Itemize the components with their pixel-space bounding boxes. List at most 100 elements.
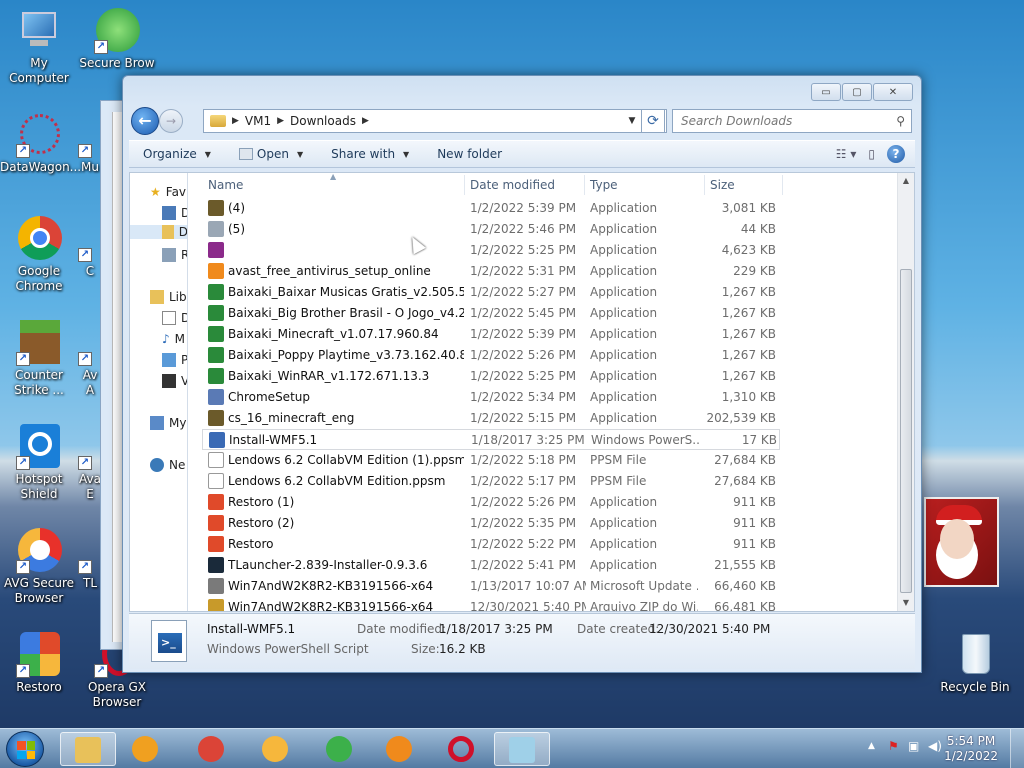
file-row[interactable]: Lendows 6.2 CollabVM Edition (1).ppsm 1/2…	[202, 450, 780, 471]
nav-recent[interactable]: R	[162, 248, 187, 262]
show-desktop-button[interactable]	[1010, 729, 1024, 768]
nav-network[interactable]: Ne	[150, 458, 185, 472]
close-button[interactable]: ✕	[873, 83, 913, 101]
column-header-name[interactable]: Name	[208, 178, 243, 192]
taskbar-app-avast-browser[interactable]	[372, 732, 428, 766]
taskbar-app-explorer[interactable]	[60, 732, 116, 766]
santa-image	[924, 497, 999, 587]
column-header-type[interactable]: Type	[590, 178, 618, 192]
file-row[interactable]: Baixaki_Baixar Musicas Gratis_v2.505.54.…	[202, 282, 780, 303]
back-button[interactable]: ←	[131, 107, 159, 135]
explorer-window: ▭ ▢ ✕ ← → ▶ VM1 ▶ Downloads ▶ ▼ ⟳ Search…	[122, 75, 922, 673]
network-icon[interactable]: ▣	[908, 739, 919, 753]
file-row[interactable]: cs_16_minecraft_eng 1/2/2022 5:15 PM Appli…	[202, 408, 780, 429]
file-row[interactable]: Lendows 6.2 CollabVM Edition.ppsm 1/2/202…	[202, 471, 780, 492]
music-icon: ♪	[162, 332, 170, 346]
file-date: 1/2/2022 5:39 PM	[470, 327, 577, 341]
scrollbar-thumb[interactable]	[900, 269, 912, 593]
taskbar-app-notepad[interactable]	[494, 732, 550, 766]
new-folder-button[interactable]: New folder	[423, 147, 516, 161]
nav-favorites[interactable]: ★ Fav	[150, 185, 186, 199]
file-icon	[208, 452, 224, 468]
taskbar-app-chrome[interactable]	[184, 732, 240, 766]
file-date: 1/2/2022 5:31 PM	[470, 264, 577, 278]
open-button[interactable]: Open ▼	[225, 147, 317, 161]
file-row[interactable]: Baixaki_Minecraft_v1.07.17.960.84 1/2/202…	[202, 324, 780, 345]
nav-pictures[interactable]: P	[162, 353, 187, 367]
desktop-icon-hotspot-shield[interactable]: ↗ Hotspot Shield	[0, 424, 78, 502]
file-row[interactable]: Restoro (1) 1/2/2022 5:26 PM Application 91…	[202, 492, 780, 513]
file-type: Application	[590, 264, 658, 278]
search-input[interactable]: Search Downloads ⚲	[672, 109, 912, 133]
network-icon	[150, 458, 164, 472]
file-row[interactable]: TLauncher-2.839-Installer-0.9.3.6 1/2/202…	[202, 555, 780, 576]
taskbar-app-opera[interactable]	[434, 732, 490, 766]
desktop-icon-recycle-bin[interactable]: Recycle Bin	[936, 632, 1014, 695]
desktop-icon-restoro[interactable]: ↗ Restoro	[0, 632, 78, 695]
breadcrumb-vm1[interactable]: VM1	[241, 114, 275, 128]
column-header-size[interactable]: Size	[710, 178, 735, 192]
file-row[interactable]: Baixaki_WinRAR_v1.172.671.13.3 1/2/2022 5…	[202, 366, 780, 387]
taskbar-app-avg-browser[interactable]	[248, 732, 304, 766]
desktop-icon-avg-secure-browser[interactable]: ↗ AVG Secure Browser	[0, 528, 78, 606]
desktop-icon-google-chrome[interactable]: Google Chrome	[0, 216, 78, 294]
share-with-button[interactable]: Share with ▼	[317, 147, 423, 161]
file-row[interactable]: (5) 1/2/2022 5:46 PM Application 44 KB	[202, 219, 780, 240]
desktop-icon-av[interactable]: ↗ Av A	[78, 320, 102, 398]
preview-pane-icon[interactable]: ▯	[868, 147, 875, 161]
vertical-scrollbar[interactable]: ▲ ▼	[897, 173, 914, 611]
chevron-right-icon[interactable]: ▶	[275, 116, 286, 126]
nav-desktop[interactable]: D	[162, 206, 187, 220]
address-bar[interactable]: ▶ VM1 ▶ Downloads ▶ ▼	[203, 109, 667, 133]
file-row[interactable]: Win7AndW2K8R2-KB3191566-x64 1/13/2017 10:…	[202, 576, 780, 597]
desktop-icon-my-computer[interactable]: My Computer	[0, 8, 78, 86]
desktop-icon-tl[interactable]: ↗ TL	[78, 528, 102, 591]
nav-libraries[interactable]: Lib	[150, 290, 187, 304]
desktop-icon-datawagon[interactable]: ↗ DataWagon...	[0, 112, 81, 175]
nav-computer[interactable]: My	[150, 416, 186, 430]
taskbar-app-secure-browser[interactable]	[312, 732, 368, 766]
chevron-right-icon[interactable]: ▶	[360, 116, 371, 126]
minimize-button[interactable]: ▭	[811, 83, 841, 101]
maximize-button[interactable]: ▢	[842, 83, 872, 101]
show-hidden-icons-icon[interactable]: ▲	[868, 741, 875, 751]
file-row[interactable]: 1/2/2022 5:25 PM Application 4,623 KB	[202, 240, 780, 261]
refresh-button[interactable]: ⟳	[641, 109, 665, 133]
nav-music[interactable]: ♪ M	[162, 332, 185, 346]
chevron-right-icon[interactable]: ▶	[230, 116, 241, 126]
details-modified-value: 1/18/2017 3:25 PM	[439, 622, 553, 636]
help-icon[interactable]: ?	[887, 145, 905, 163]
chevron-down-icon[interactable]: ▼	[622, 110, 642, 132]
file-row[interactable]: (4) 1/2/2022 5:39 PM Application 3,081 KB	[202, 198, 780, 219]
file-row[interactable]: Win7AndW2K8R2-KB3191566-x64 12/30/2021 5:…	[202, 597, 780, 611]
file-row[interactable]: Restoro 1/2/2022 5:22 PM Application 911 KB	[202, 534, 780, 555]
volume-icon[interactable]: ◀)	[928, 739, 942, 753]
file-row[interactable]: Baixaki_Big Brother Brasil - O Jogo_v4.2…	[202, 303, 780, 324]
clock[interactable]: 5:54 PM 1/2/2022	[944, 734, 998, 764]
start-button[interactable]	[6, 731, 44, 767]
scroll-up-arrow[interactable]: ▲	[898, 173, 914, 189]
content-area: ★Fav D D R Lib D ♪M P V My Ne Name ▲ Dat…	[129, 172, 915, 612]
taskbar-app-media-player[interactable]	[118, 732, 174, 766]
file-row[interactable]: Restoro (2) 1/2/2022 5:35 PM Application 91…	[202, 513, 780, 534]
forward-button[interactable]: →	[159, 109, 183, 133]
desktop-icon-ava[interactable]: ↗ Ava E	[78, 424, 102, 502]
desktop-icon-c[interactable]: ↗ C	[78, 216, 102, 279]
nav-documents[interactable]: D	[162, 311, 187, 325]
nav-videos[interactable]: V	[162, 374, 187, 388]
change-view-icon[interactable]: ☷ ▾	[836, 147, 857, 161]
file-row[interactable]: Install-WMF5.1 1/18/2017 3:25 PM Windows P…	[202, 429, 780, 450]
details-size-value: 16.2 KB	[439, 642, 486, 656]
desktop-icon-mu[interactable]: ↗ Mu	[78, 112, 102, 175]
breadcrumb-downloads[interactable]: Downloads	[286, 114, 360, 128]
nav-downloads[interactable]: D	[130, 225, 187, 239]
file-row[interactable]: ChromeSetup 1/2/2022 5:34 PM Application 1,…	[202, 387, 780, 408]
desktop-icon-secure-browser[interactable]: ↗ Secure Brow	[78, 8, 156, 71]
action-center-flag-icon[interactable]: ⚑	[888, 739, 899, 753]
desktop-icon-counter-strike[interactable]: ↗ Counter Strike ...	[0, 320, 78, 398]
scroll-down-arrow[interactable]: ▼	[898, 595, 914, 611]
organize-button[interactable]: Organize ▼	[129, 147, 225, 161]
file-row[interactable]: avast_free_antivirus_setup_online 1/2/202…	[202, 261, 780, 282]
column-header-date[interactable]: Date modified	[470, 178, 555, 192]
file-row[interactable]: Baixaki_Poppy Playtime_v3.73.162.40.84 1/…	[202, 345, 780, 366]
